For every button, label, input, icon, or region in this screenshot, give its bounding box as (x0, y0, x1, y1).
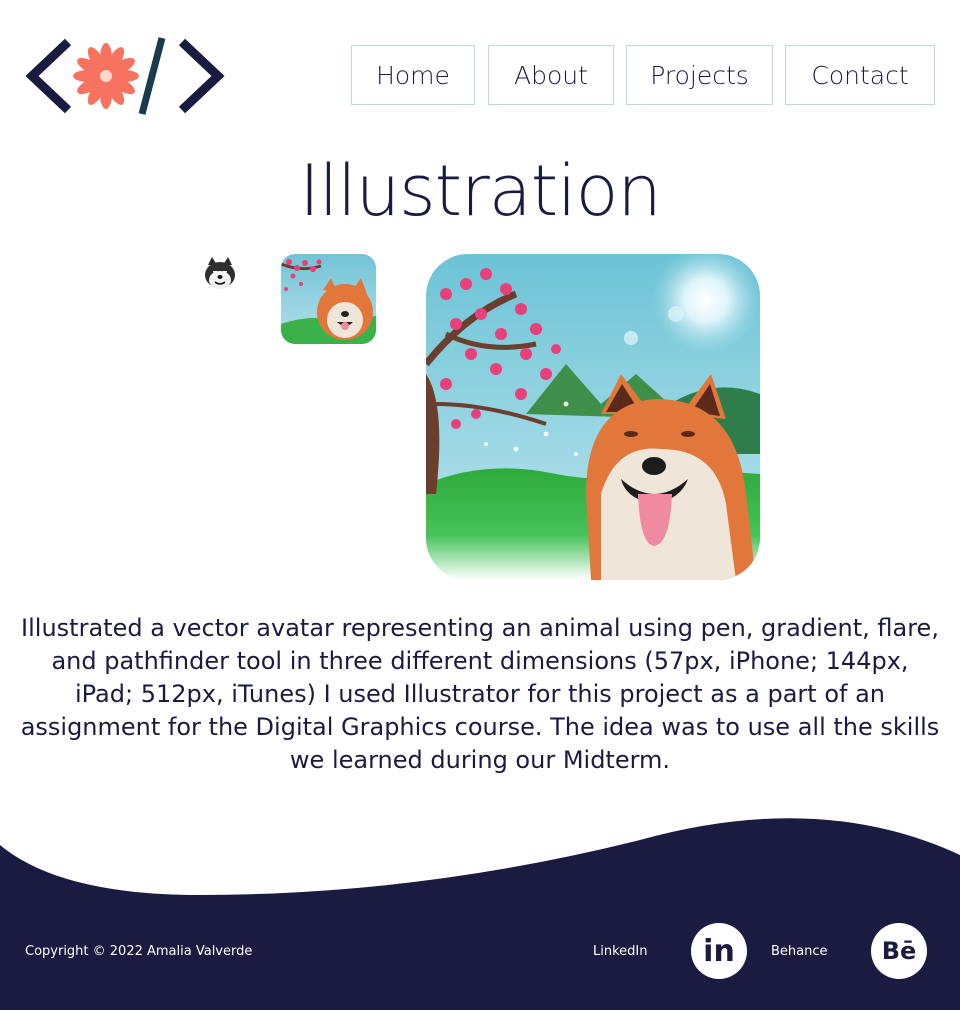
copyright-text: Copyright © 2022 Amalia Valverde (25, 944, 253, 959)
footer-background (0, 818, 960, 1010)
shiba-small-image (205, 257, 235, 289)
linkedin-icon[interactable]: in (691, 923, 747, 979)
behance-label[interactable]: Behance (771, 944, 828, 959)
flower-icon (73, 43, 139, 109)
logo[interactable] (24, 36, 228, 116)
nav-contact[interactable]: Contact (785, 45, 935, 105)
nav-home[interactable]: Home (351, 45, 475, 105)
shiba-large-image (426, 254, 760, 580)
linkedin-label[interactable]: LinkedIn (593, 944, 647, 959)
shiba-medium-image (281, 254, 376, 344)
nav-about[interactable]: About (488, 45, 614, 105)
page-title: Illustration (299, 150, 662, 232)
behance-icon[interactable]: Bē (871, 923, 927, 979)
project-description: Illustrated a vector avatar representing… (20, 614, 940, 774)
nav-projects[interactable]: Projects (626, 45, 773, 105)
